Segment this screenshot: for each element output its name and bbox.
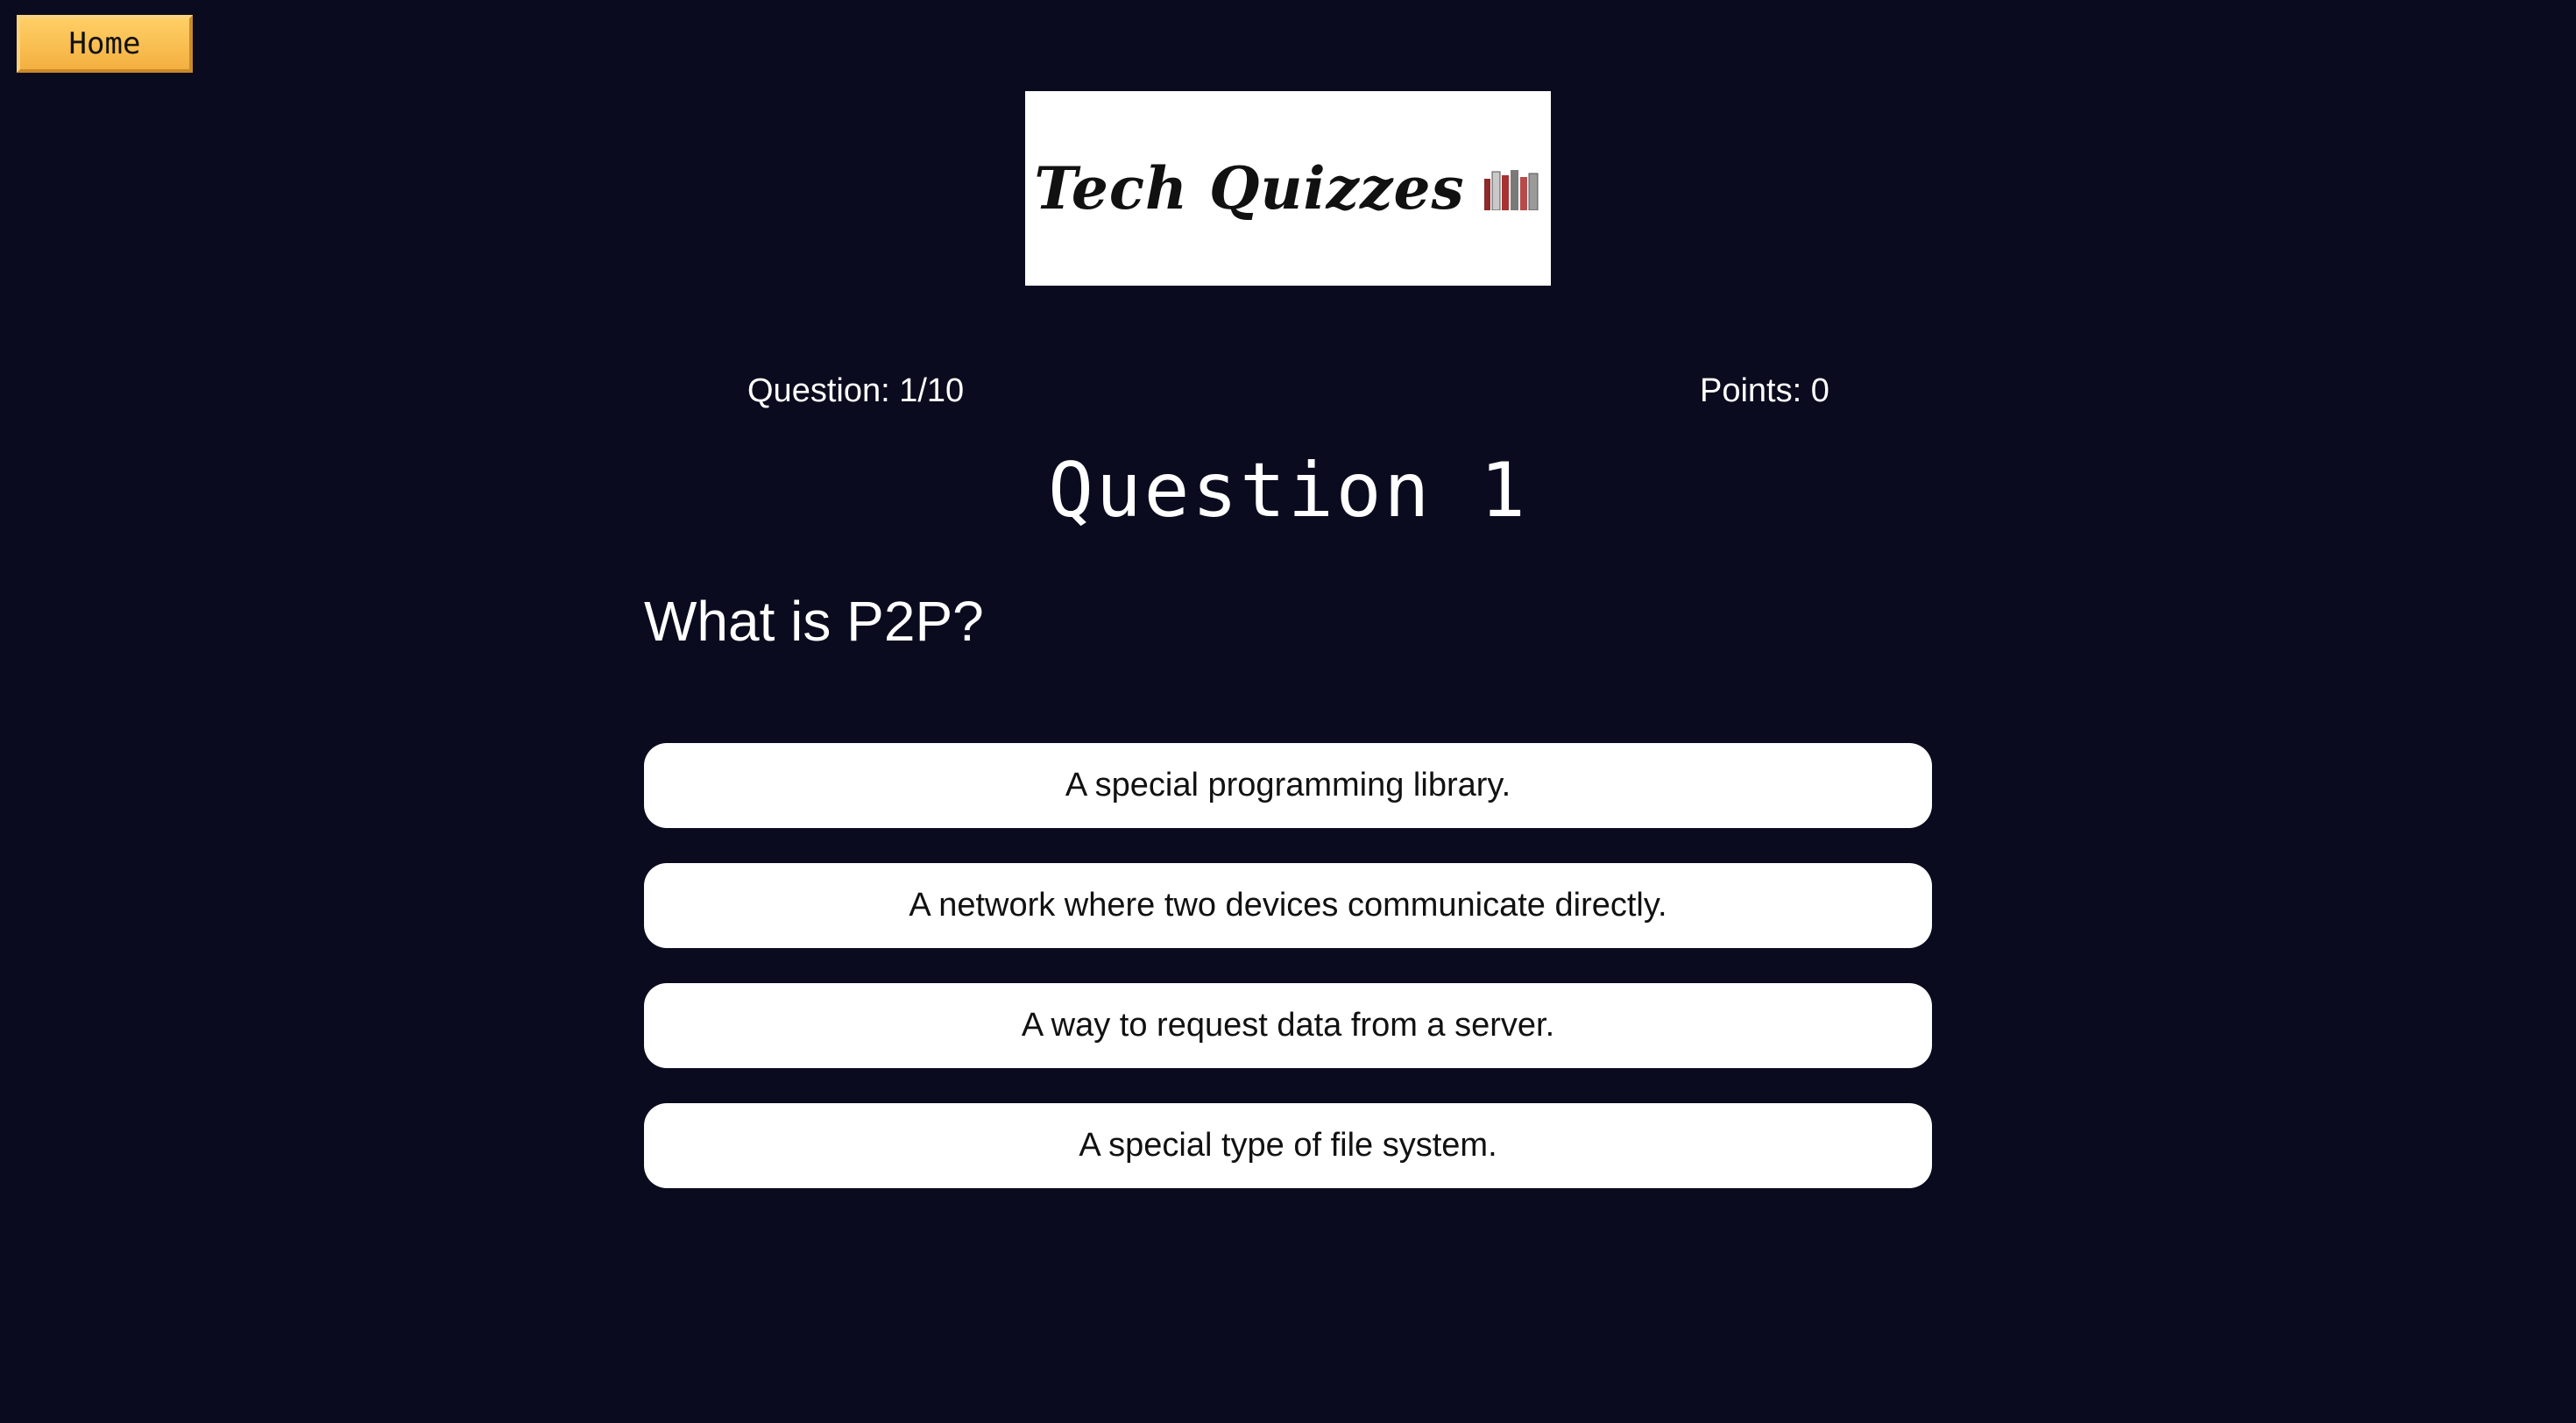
answer-option-1[interactable]: A special programming library.	[644, 743, 1932, 828]
books-icon-graphic	[1483, 170, 1539, 210]
points-counter: Points: 0	[1700, 372, 1829, 409]
home-button[interactable]: Home	[17, 15, 193, 73]
logo-text: Tech Quizzes	[1034, 154, 1465, 223]
answer-option-3[interactable]: A way to request data from a server.	[644, 983, 1932, 1068]
question-heading: Question 1	[1048, 447, 1528, 535]
answer-list: A special programming library. A network…	[644, 743, 1932, 1223]
logo: Tech Quizzes	[1025, 91, 1551, 286]
question-progress: Question: 1/10	[747, 372, 965, 409]
question-text: What is P2P?	[644, 590, 984, 653]
answer-option-4[interactable]: A special type of file system.	[644, 1103, 1932, 1188]
books-icon	[1483, 166, 1542, 210]
answer-option-2[interactable]: A network where two devices communicate …	[644, 863, 1932, 948]
